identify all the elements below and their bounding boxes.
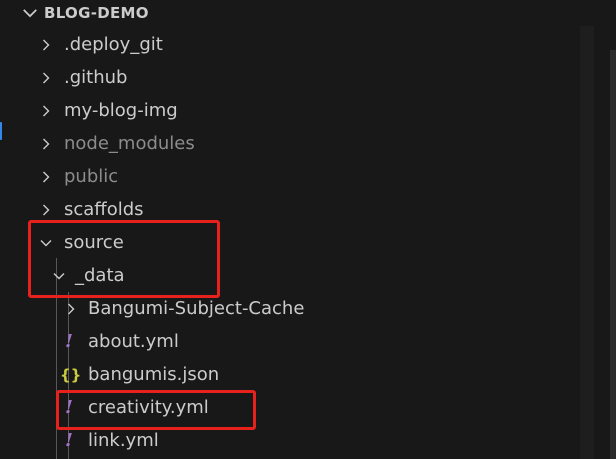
tree-file-bangumis-json[interactable]: {} bangumis.json <box>14 359 574 391</box>
tree-item-label: node_modules <box>64 133 195 154</box>
chevron-right-icon <box>43 138 50 150</box>
chevron-right-icon <box>43 204 50 216</box>
tree-item-label: Bangumi-Subject-Cache <box>88 298 305 319</box>
chevron-right-icon <box>43 72 50 84</box>
tree-item-label: my-blog-img <box>64 100 178 121</box>
highlight-box-creativity <box>56 390 256 430</box>
tree-item-label: bangumis.json <box>88 364 220 385</box>
tree-file-about-yml[interactable]: ! about.yml <box>14 326 574 358</box>
tree-folder-deploy-git[interactable]: .deploy_git <box>14 29 574 61</box>
chevron-down-icon <box>23 9 37 18</box>
tree-folder-github[interactable]: .github <box>14 62 574 94</box>
tree-folder-node-modules[interactable]: node_modules <box>14 128 574 160</box>
scrollbar-track[interactable] <box>580 26 594 459</box>
tree-item-label: about.yml <box>88 331 179 352</box>
yaml-icon: ! <box>65 331 73 352</box>
json-icon: {} <box>60 366 82 384</box>
explorer-section-header[interactable]: BLOG-DEMO <box>14 0 616 26</box>
highlight-box-source-data <box>28 220 220 298</box>
tree-item-label: link.yml <box>88 430 159 451</box>
explorer-section-title: BLOG-DEMO <box>44 4 149 22</box>
tree-item-label: .deploy_git <box>64 34 163 55</box>
activity-indicator <box>0 122 6 140</box>
tree-folder-my-blog-img[interactable]: my-blog-img <box>14 95 574 127</box>
explorer-panel: BLOG-DEMO .deploy_git .github my-blog-im… <box>14 0 616 459</box>
tree-item-label: .github <box>64 67 128 88</box>
tree-folder-public[interactable]: public <box>14 161 574 193</box>
activity-bar-edge <box>0 0 14 459</box>
tree-item-label: public <box>64 166 119 187</box>
chevron-right-icon <box>68 303 75 315</box>
chevron-right-icon <box>43 171 50 183</box>
yaml-icon: ! <box>65 430 73 451</box>
scrollbar-edge <box>610 50 616 459</box>
chevron-right-icon <box>43 39 50 51</box>
chevron-right-icon <box>43 105 50 117</box>
tree-item-label: scaffolds <box>64 199 144 220</box>
